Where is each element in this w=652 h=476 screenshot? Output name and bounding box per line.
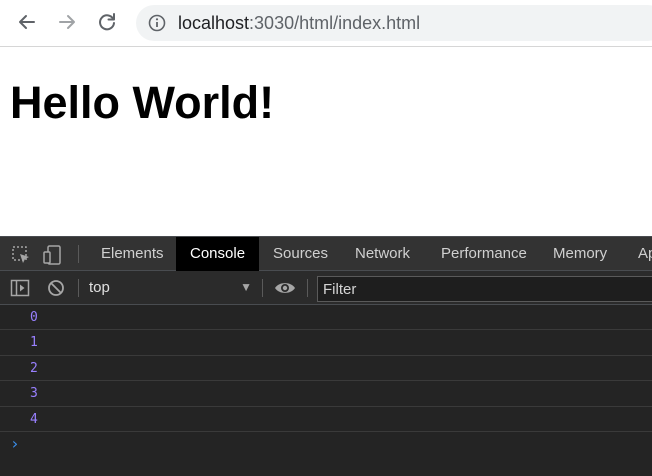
tab-elements[interactable]: Elements bbox=[87, 237, 178, 271]
inspect-element-icon[interactable] bbox=[10, 244, 32, 266]
sidebar-toggle-icon[interactable] bbox=[10, 279, 30, 297]
console-prompt[interactable]: › bbox=[0, 433, 652, 457]
log-value: 0 bbox=[30, 310, 38, 325]
log-value: 3 bbox=[30, 386, 38, 402]
log-value: 1 bbox=[30, 335, 38, 351]
url-text[interactable]: localhost:3030/html/index.html bbox=[178, 13, 420, 33]
tab-memory[interactable]: Memory bbox=[539, 237, 621, 271]
prompt-chevron-icon: › bbox=[10, 434, 20, 453]
reload-icon bbox=[99, 13, 115, 31]
dropdown-arrow-icon: ▼ bbox=[240, 280, 252, 294]
log-value: 2 bbox=[30, 360, 38, 376]
tab-sources[interactable]: Sources bbox=[259, 237, 342, 271]
url-path: :3030/html/index.html bbox=[249, 13, 421, 33]
console-log-row: 0 bbox=[0, 305, 652, 331]
tab-network[interactable]: Network bbox=[341, 237, 424, 271]
forward-arrow-icon bbox=[59, 15, 75, 29]
tabbar-divider bbox=[78, 245, 79, 263]
devtools-panel: Elements Console Sources Network Perform… bbox=[0, 236, 652, 476]
clear-console-icon[interactable] bbox=[47, 279, 65, 297]
eye-icon[interactable] bbox=[274, 280, 296, 296]
page-heading: Hello World! bbox=[10, 77, 275, 128]
tab-performance[interactable]: Performance bbox=[427, 237, 541, 271]
tab-application[interactable]: Ap bbox=[624, 237, 652, 271]
console-log-row: 1 bbox=[0, 330, 652, 356]
context-selector[interactable]: top ▼ bbox=[84, 275, 256, 301]
console-log-row: 3 bbox=[0, 381, 652, 407]
url-host: localhost bbox=[178, 13, 250, 33]
device-toggle-icon[interactable] bbox=[42, 244, 64, 266]
console-output: 0 1 2 3 4 bbox=[0, 305, 652, 432]
toolbar-divider bbox=[78, 279, 79, 297]
toolbar-divider bbox=[307, 279, 308, 297]
devtools-tabbar: Elements Console Sources Network Perform… bbox=[0, 237, 652, 271]
back-button[interactable] bbox=[12, 7, 42, 37]
forward-button[interactable] bbox=[52, 7, 82, 37]
filter-input[interactable] bbox=[317, 276, 652, 302]
page-content: Hello World! bbox=[0, 48, 652, 236]
context-label: top bbox=[89, 279, 110, 296]
console-log-row: 2 bbox=[0, 356, 652, 382]
back-arrow-icon bbox=[19, 15, 35, 29]
tab-console[interactable]: Console bbox=[176, 237, 259, 271]
toolbar-divider bbox=[262, 279, 263, 297]
console-log-row: 4 bbox=[0, 407, 652, 432]
log-value: 4 bbox=[30, 411, 38, 427]
address-bar[interactable]: localhost:3030/html/index.html bbox=[136, 5, 652, 41]
reload-button[interactable] bbox=[92, 7, 122, 37]
info-icon[interactable] bbox=[148, 14, 166, 32]
browser-toolbar: localhost:3030/html/index.html bbox=[0, 0, 652, 47]
console-toolbar: top ▼ bbox=[0, 271, 652, 305]
